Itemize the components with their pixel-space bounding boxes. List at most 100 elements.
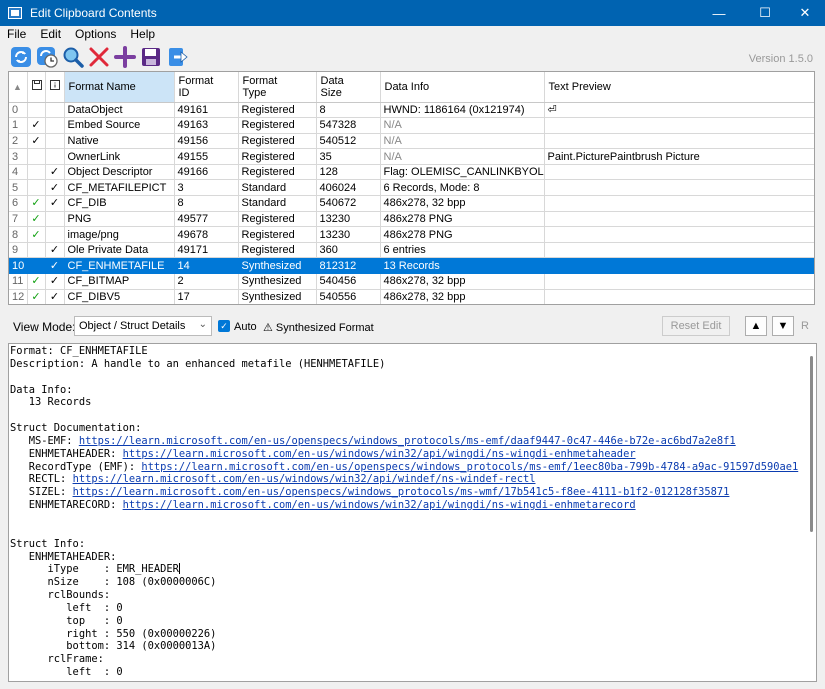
column-index-header[interactable]: ▲ bbox=[9, 72, 28, 103]
table-row[interactable]: 2 ✓ Native 49156 Registered 540512 N/A bbox=[9, 133, 814, 150]
detail-line: left : 0 bbox=[10, 601, 123, 614]
detail-line: right : 550 (0x00000226) bbox=[10, 627, 217, 640]
table-row[interactable]: 6 ✓ ✓ CF_DIB 8 Standard 540672 486x278, 32 bpp bbox=[9, 195, 814, 212]
format-name-cell: CF_DIB bbox=[64, 195, 175, 212]
add-icon[interactable] bbox=[113, 46, 136, 69]
info-check: ✓ bbox=[45, 179, 65, 197]
menu-file[interactable]: File bbox=[0, 27, 33, 41]
menu-edit[interactable]: Edit bbox=[33, 27, 68, 41]
save-icon[interactable] bbox=[139, 46, 162, 69]
doc-link[interactable]: https://learn.microsoft.com/en-us/opensp… bbox=[79, 435, 736, 447]
move-up-button[interactable]: ▲ bbox=[745, 316, 767, 336]
data-size-cell: 360 bbox=[316, 242, 381, 259]
data-info-cell: 6 Records, Mode: 8 bbox=[380, 179, 545, 197]
data-size-cell: 13230 bbox=[316, 211, 381, 228]
refresh-icon[interactable] bbox=[9, 46, 32, 69]
detail-line: RecordType (EMF): bbox=[10, 460, 142, 473]
details-text[interactable]: Format: CF_ENHMETAFILE Description: A ha… bbox=[9, 344, 816, 679]
menu-options[interactable]: Options bbox=[68, 27, 123, 41]
check-icon: ✓ bbox=[31, 228, 41, 241]
table-row[interactable]: 0 DataObject 49161 Registered 8 HWND: 1186164… bbox=[9, 102, 814, 119]
detail-line: Description: A handle to an enhanced met… bbox=[10, 357, 386, 370]
title-bar: Edit Clipboard Contents — ☐ ✕ bbox=[0, 0, 825, 26]
formats-grid: ▲ Format Name Format ID Format Type Data… bbox=[8, 71, 815, 305]
table-row[interactable]: 3 OwnerLink 49155 Registered 35 N/A Paint.Pict… bbox=[9, 148, 814, 165]
format-name-cell: Embed Source bbox=[64, 117, 175, 134]
format-type-cell: Registered bbox=[238, 164, 317, 181]
column-format-name[interactable]: Format Name bbox=[64, 72, 175, 103]
save-check bbox=[27, 102, 46, 119]
format-id-cell: 49171 bbox=[174, 242, 239, 259]
table-row[interactable]: 7 ✓ PNG 49577 Registered 13230 486x278 PNG bbox=[9, 211, 814, 228]
format-name-cell: CF_ENHMETAFILE bbox=[64, 257, 175, 275]
details-scrollbar[interactable] bbox=[810, 356, 813, 532]
data-info-cell: 13 Records bbox=[380, 257, 545, 275]
format-name-cell: CF_BITMAP bbox=[64, 273, 175, 290]
info-check: ✓ bbox=[45, 257, 65, 275]
export-icon[interactable] bbox=[165, 46, 188, 69]
data-info-cell: N/A bbox=[380, 148, 545, 165]
text-preview-cell bbox=[544, 242, 814, 259]
view-mode-select[interactable]: Object / Struct Details ⌄ bbox=[74, 316, 212, 336]
format-type-cell: Registered bbox=[238, 211, 317, 228]
data-info-cell: 486x278, 32 bpp bbox=[380, 195, 545, 212]
app-icon bbox=[8, 7, 22, 19]
info-column-icon[interactable] bbox=[45, 72, 65, 103]
column-data-info[interactable]: Data Info bbox=[380, 72, 545, 103]
refresh-timer-icon[interactable] bbox=[35, 46, 58, 69]
minimize-button[interactable]: — bbox=[696, 0, 742, 26]
column-format-id[interactable]: Format ID bbox=[174, 72, 239, 103]
table-row[interactable]: 4 ✓ Object Descriptor 49166 Registered 128 Fla… bbox=[9, 164, 814, 181]
format-id-cell: 49163 bbox=[174, 117, 239, 134]
table-row[interactable]: 11 ✓ ✓ CF_BITMAP 2 Synthesized 540456 486x278, … bbox=[9, 273, 814, 290]
auto-label[interactable]: Auto bbox=[234, 321, 257, 333]
table-row[interactable]: 9 ✓ Ole Private Data 49171 Registered 360 6 en… bbox=[9, 242, 814, 259]
table-row[interactable]: 5 ✓ CF_METAFILEPICT 3 Standard 406024 6 Record… bbox=[9, 179, 814, 197]
save-column-icon[interactable] bbox=[27, 72, 46, 103]
search-icon[interactable] bbox=[61, 46, 84, 69]
data-size-cell: 540512 bbox=[316, 133, 381, 150]
format-type-cell: Synthesized bbox=[238, 273, 317, 290]
table-row[interactable]: 12 ✓ ✓ CF_DIBV5 17 Synthesized 540556 486x278, … bbox=[9, 289, 814, 304]
doc-link[interactable]: https://learn.microsoft.com/en-us/window… bbox=[123, 448, 636, 460]
doc-link[interactable]: https://learn.microsoft.com/en-us/opensp… bbox=[141, 461, 798, 473]
formats-table: ▲ Format Name Format ID Format Type Data… bbox=[9, 72, 814, 304]
format-type-cell: Standard bbox=[238, 179, 317, 197]
detail-line: left : 0 bbox=[10, 666, 123, 679]
table-row[interactable]: 8 ✓ image/png 49678 Registered 13230 486x278 P… bbox=[9, 226, 814, 243]
text-preview-cell bbox=[544, 179, 814, 197]
column-data-size[interactable]: Data Size bbox=[316, 72, 381, 103]
data-size-cell: 540456 bbox=[316, 273, 381, 290]
r-label: R bbox=[801, 320, 809, 332]
data-info-cell: N/A bbox=[380, 117, 545, 134]
move-down-button[interactable]: ▼ bbox=[772, 316, 794, 336]
data-info-cell: 486x278, 32 bpp bbox=[380, 273, 545, 290]
detail-line: ENHMETARECORD: bbox=[10, 499, 123, 512]
close-button[interactable]: ✕ bbox=[782, 0, 825, 26]
detail-line: Data Info: bbox=[10, 383, 73, 396]
data-size-cell: 35 bbox=[316, 148, 381, 165]
delete-icon[interactable] bbox=[87, 46, 110, 69]
row-index: 0 bbox=[9, 102, 28, 119]
format-type-cell: Registered bbox=[238, 133, 317, 150]
format-id-cell: 8 bbox=[174, 195, 239, 212]
menu-help[interactable]: Help bbox=[123, 27, 162, 41]
format-name-cell: Ole Private Data bbox=[64, 242, 175, 259]
check-icon: ✓ bbox=[49, 181, 60, 194]
auto-checkbox[interactable]: ✓ bbox=[218, 320, 230, 332]
info-check bbox=[45, 226, 65, 243]
details-pane[interactable]: Format: CF_ENHMETAFILE Description: A ha… bbox=[8, 343, 817, 682]
doc-link[interactable]: https://learn.microsoft.com/en-us/window… bbox=[123, 499, 636, 511]
doc-link[interactable]: https://learn.microsoft.com/en-us/opensp… bbox=[73, 486, 730, 498]
column-text-preview[interactable]: Text Preview bbox=[544, 72, 814, 103]
reset-edit-button[interactable]: Reset Edit bbox=[662, 316, 730, 336]
info-check bbox=[45, 148, 65, 165]
text-preview-cell bbox=[544, 226, 814, 243]
doc-link[interactable]: https://learn.microsoft.com/en-us/window… bbox=[73, 473, 536, 485]
format-type-cell: Synthesized bbox=[238, 257, 317, 275]
table-row[interactable]: 10 ✓ CF_ENHMETAFILE 14 Synthesized 812312 13 R… bbox=[9, 257, 814, 275]
column-format-type[interactable]: Format Type bbox=[238, 72, 317, 103]
row-index: 8 bbox=[9, 226, 28, 243]
detail-line: rclBounds: bbox=[10, 589, 111, 602]
table-row[interactable]: 1 ✓ Embed Source 49163 Registered 547328 N/A bbox=[9, 117, 814, 134]
